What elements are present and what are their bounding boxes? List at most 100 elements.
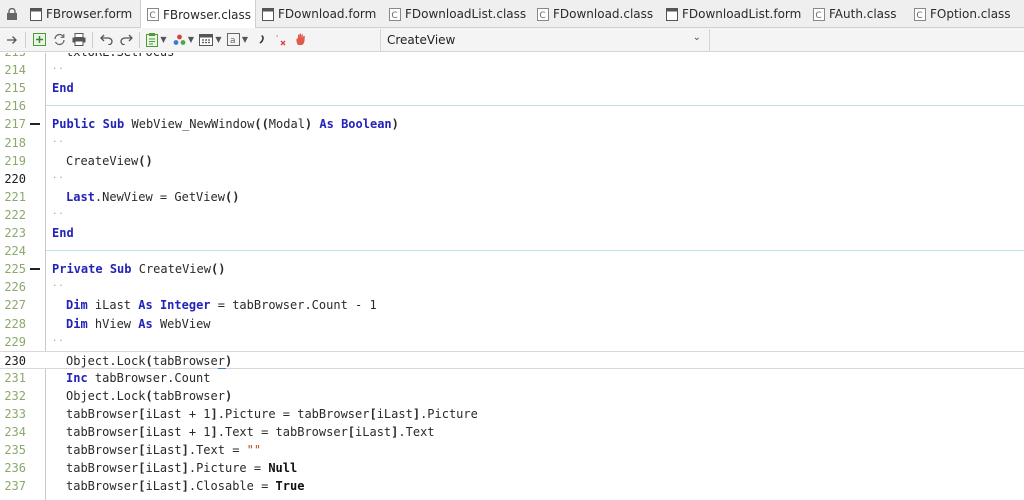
line-number: 221 [4, 190, 26, 204]
code-line[interactable]: 233 tabBrowser[iLast + 1].Picture = tabBr… [0, 405, 1024, 423]
fold-collapse-icon[interactable] [30, 268, 40, 270]
class-icon: C [813, 7, 829, 21]
tab-label: FDownloadList.form [682, 7, 802, 21]
code-line[interactable]: 234 tabBrowser[iLast + 1].Text = tabBrows… [0, 423, 1024, 441]
line-number: 225 [4, 262, 26, 276]
undo-icon[interactable] [96, 30, 116, 50]
svg-text:C: C [539, 11, 545, 21]
quote-icon[interactable] [251, 30, 271, 50]
line-number: 219 [4, 154, 26, 168]
line-number: 235 [4, 443, 26, 457]
code-line[interactable]: 217 Public Sub WebView_NewWindow((Modal) … [0, 115, 1024, 133]
current-code-line[interactable]: 230 Object.Lock(tabBrowser) [0, 351, 1024, 369]
tab-fdownloadlist-class[interactable]: C FDownloadList.class [383, 0, 531, 28]
tab-fbrowser-form[interactable]: FBrowser.form [24, 0, 140, 28]
fold-collapse-icon[interactable] [30, 123, 40, 125]
code-line[interactable]: 236 tabBrowser[iLast].Picture = Null [0, 459, 1024, 477]
tab-fdownloadlist-form[interactable]: FDownloadList.form [660, 0, 807, 28]
line-number: 231 [4, 371, 26, 385]
tab-fdownload-form[interactable]: FDownload.form [256, 0, 383, 28]
blank-line-marker: .. [52, 135, 65, 145]
tab-list: FBrowser.form C FBrowser.class FDownload.fo… [24, 0, 1024, 29]
line-number: 218 [4, 136, 26, 150]
chevron-down-icon[interactable]: ⌄ [693, 32, 701, 43]
code-text: Object.Lock(tabBrowser) [66, 354, 233, 368]
code-editor[interactable]: 213txtURL.SetFocus214..215End216217Publi… [0, 53, 1024, 500]
code-line[interactable]: 237 tabBrowser[iLast].Closable = True [0, 477, 1024, 495]
toolbar-separator [139, 31, 140, 48]
line-number: 236 [4, 461, 26, 475]
line-number: 222 [4, 208, 26, 222]
clipboard-icon[interactable]: ▼ [143, 30, 170, 50]
line-number: 234 [4, 425, 26, 439]
code-text: txtURL.SetFocus [66, 53, 174, 61]
lock-icon[interactable] [0, 0, 24, 28]
class-icon: C [914, 7, 930, 21]
code-line[interactable]: 216 [0, 97, 1024, 115]
insert-icon[interactable] [29, 30, 49, 50]
chevron-down-icon: ▼ [187, 35, 195, 44]
editor-toolbar: ▼ ▼ ▼ a ▼ ' CreateView ⌄ [0, 28, 1024, 52]
code-line[interactable]: 227 Dim iLast As Integer = tabBrowser.Cou… [0, 296, 1024, 314]
tab-foption-class[interactable]: C FOption.class [908, 0, 1024, 28]
clear-format-icon[interactable]: ' [271, 30, 291, 50]
code-text: End [52, 81, 74, 95]
code-line[interactable]: 218.. [0, 134, 1024, 152]
code-line[interactable]: 221 Last.NewView = GetView() [0, 188, 1024, 206]
line-number: 220 [4, 172, 26, 186]
code-line[interactable]: 235 tabBrowser[iLast].Text = "" [0, 441, 1024, 459]
line-number: 229 [4, 335, 26, 349]
code-line[interactable]: 229.. [0, 333, 1024, 351]
redo-icon[interactable] [116, 30, 136, 50]
chevron-down-icon: ▼ [215, 35, 222, 44]
code-line[interactable]: 226.. [0, 278, 1024, 296]
tab-fauth-class[interactable]: C FAuth.class [807, 0, 908, 28]
code-line[interactable]: 224 [0, 242, 1024, 260]
code-line[interactable]: 213 txtURL.SetFocus [0, 53, 1024, 61]
code-text: tabBrowser[iLast + 1].Text = tabBrowser[… [66, 425, 435, 439]
svg-text:a: a [230, 36, 236, 46]
arrow-right-icon[interactable] [2, 30, 22, 50]
code-line[interactable]: 223 End [0, 224, 1024, 242]
refresh-icon[interactable] [49, 30, 69, 50]
tab-label: FAuth.class [829, 7, 897, 21]
code-text: End [52, 226, 74, 240]
line-number: 226 [4, 280, 26, 294]
code-line[interactable]: 228 Dim hView As WebView [0, 315, 1024, 333]
code-line[interactable]: 219 CreateView() [0, 152, 1024, 170]
blank-line-marker: .. [52, 62, 65, 72]
tab-bar: FBrowser.form C FBrowser.class FDownload.fo… [0, 0, 1024, 29]
code-line[interactable]: 214.. [0, 61, 1024, 79]
code-line[interactable]: 232 Object.Lock(tabBrowser) [0, 387, 1024, 405]
code-line[interactable]: 231 Inc tabBrowser.Count [0, 369, 1024, 387]
line-number: 232 [4, 389, 26, 403]
line-number: 215 [4, 81, 26, 95]
svg-text:C: C [916, 11, 922, 21]
procedure-selector-value: CreateView [387, 33, 456, 47]
hand-icon[interactable] [291, 30, 311, 50]
code-text: Dim iLast As Integer = tabBrowser.Count … [66, 298, 377, 312]
chevron-down-icon: ▼ [241, 35, 249, 44]
code-line[interactable]: 215 End [0, 79, 1024, 97]
line-number: 214 [4, 63, 26, 77]
code-line[interactable]: 222.. [0, 206, 1024, 224]
procedure-selector[interactable]: CreateView ⌄ [380, 29, 710, 51]
code-line[interactable]: 225 Private Sub CreateView() [0, 260, 1024, 278]
code-text: tabBrowser[iLast + 1].Picture = tabBrows… [66, 407, 478, 421]
blank-line-marker: .. [52, 279, 65, 289]
text-box-icon[interactable]: a ▼ [224, 30, 251, 50]
toolbar-separator [92, 31, 93, 48]
print-icon[interactable] [69, 30, 89, 50]
tab-fbrowser-class[interactable]: C FBrowser.class [140, 0, 256, 29]
calendar-icon[interactable]: ▼ [197, 30, 224, 50]
line-number: 237 [4, 479, 26, 493]
code-text: tabBrowser[iLast].Picture = Null [66, 461, 298, 475]
color-dots-icon[interactable]: ▼ [170, 30, 197, 50]
tab-fdownload-class[interactable]: C FDownload.class [531, 0, 660, 28]
code-line[interactable]: 220.. [0, 170, 1024, 188]
code-text: tabBrowser[iLast].Closable = True [66, 479, 305, 493]
tab-label: FOption.class [930, 7, 1011, 21]
line-number: 223 [4, 226, 26, 240]
code-text: Public Sub WebView_NewWindow((Modal) As … [52, 117, 399, 131]
code-text: Inc tabBrowser.Count [66, 371, 211, 385]
